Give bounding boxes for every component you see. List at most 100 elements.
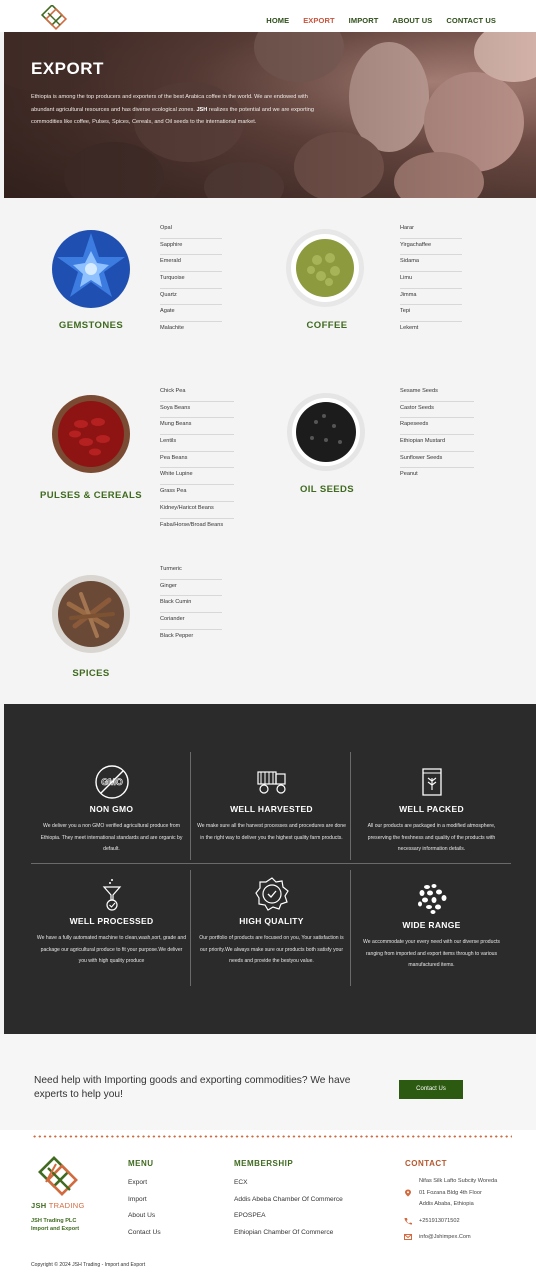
list-item: Malachite — [160, 325, 184, 332]
list-item: Lentils — [160, 435, 234, 452]
cta-text: Need help with Importing goods and expor… — [34, 1075, 351, 1100]
oil-seeds-list: Sesame Seeds Castor Seeds Rapeseeds Ethi… — [400, 385, 474, 485]
list-item: Opal — [160, 222, 222, 239]
feature-title: WELL PACKED — [399, 804, 464, 814]
feature-text: All our products are packaged in a modif… — [367, 823, 496, 852]
list-item: Turmeric — [160, 563, 222, 580]
gemstone-image — [52, 230, 130, 308]
list-item: Soya Beans — [160, 402, 234, 419]
gemstones-title: GEMSTONES — [58, 320, 124, 331]
phone-icon — [404, 1218, 412, 1225]
feature-text: We accommodate your every need with our … — [363, 939, 500, 968]
list-item: Harar — [400, 222, 462, 239]
contact-heading: CONTACT — [405, 1159, 448, 1168]
contact-us-button[interactable]: Contact Us — [399, 1080, 463, 1099]
list-item: Sunflower Seeds — [400, 452, 474, 469]
list-item: White Lupine — [160, 468, 234, 486]
list-item: Black Pepper — [160, 632, 194, 639]
feature-well-processed: WELL PROCESSED We have a fully automated… — [32, 876, 191, 968]
nav-export[interactable]: EXPORT — [303, 16, 334, 25]
location-pin-icon — [405, 1189, 411, 1197]
list-item: Rapeseeds — [400, 418, 474, 436]
package-icon — [421, 768, 442, 796]
oil-seeds-image — [287, 393, 365, 471]
feature-text: We make sure all the harvest processes a… — [197, 823, 346, 841]
spices-image — [52, 575, 130, 653]
page-title: EXPORT — [31, 59, 104, 78]
membership-list: ECX Addis Abeba Chamber Of Commerce EPOS… — [234, 1179, 343, 1245]
feature-non-gmo: GMO NON GMO We deliver you a non GMO ver… — [32, 764, 191, 856]
list-item: Grass Pea — [160, 485, 234, 502]
list-item: Turquoise — [160, 272, 222, 289]
feature-text: We deliver you a non GMO verified agricu… — [40, 823, 183, 852]
membership-heading: MEMBERSHIP — [234, 1159, 294, 1168]
menu-heading: MENU — [128, 1159, 154, 1168]
contact-address: Nifas Silk Lafto Subcity Woreda 01 Fozan… — [404, 1176, 497, 1211]
list-item: Lekemt — [400, 325, 419, 332]
list-item: Emerald — [160, 255, 222, 273]
list-item: Faba/Horse/Broad Beans — [160, 521, 224, 528]
coffee-list: Harar Yirgachaffee Sidama Limu Jimma Tep… — [400, 222, 462, 339]
list-item: Coriander — [160, 613, 222, 630]
footer-link-contact-us[interactable]: Contact Us — [128, 1229, 161, 1246]
contact-phone: +251913071502 — [404, 1216, 460, 1228]
footer-menu: Export Import About Us Contact Us — [128, 1179, 161, 1245]
feature-well-harvested: WELL HARVESTED We make sure all the harv… — [192, 764, 351, 844]
feature-title: WELL HARVESTED — [230, 804, 313, 814]
feature-title: WELL PROCESSED — [69, 916, 154, 926]
list-item: Black Cumin — [160, 596, 222, 614]
oil-seeds-title: OIL SEEDS — [299, 484, 355, 495]
variety-icon — [417, 884, 446, 914]
jsh-logo[interactable] — [36, 1156, 82, 1202]
nav-about-us[interactable]: ABOUT US — [392, 16, 432, 25]
footer-link-export[interactable]: Export — [128, 1179, 161, 1196]
list-item: Ginger — [160, 580, 222, 597]
coffee-beans-image — [286, 229, 364, 307]
feature-title: HIGH QUALITY — [239, 916, 304, 926]
funnel-icon — [102, 879, 121, 911]
phone-number[interactable]: +251913071502 — [419, 1216, 460, 1228]
list-item: Sapphire — [160, 239, 222, 256]
nav-import[interactable]: IMPORT — [349, 16, 379, 25]
list-item: Limu — [400, 272, 462, 289]
list-item: Tepi — [400, 305, 462, 323]
membership-item: EPOSPEA — [234, 1212, 266, 1219]
membership-item: ECX — [234, 1179, 248, 1186]
copyright: Copyright © 2024 JSH Trading - Import an… — [31, 1262, 146, 1268]
kidney-beans-image — [52, 395, 130, 473]
nav-home[interactable]: HOME — [266, 16, 289, 25]
list-item: Peanut — [400, 471, 418, 478]
spices-title: SPICES — [72, 668, 110, 679]
footer: JSH TRADING JSH Trading PLC Import and E… — [0, 1130, 536, 1280]
features-section: GMO NON GMO We deliver you a non GMO ver… — [4, 704, 536, 1034]
dotted-divider — [32, 1135, 512, 1138]
gemstones-list: Opal Sapphire Emerald Turquoise Quartz A… — [160, 222, 222, 339]
list-item: Ethiopian Mustard — [400, 435, 474, 452]
footer-link-about-us[interactable]: About Us — [128, 1212, 161, 1229]
list-item: Mung Beans — [160, 418, 234, 436]
list-item: Agate — [160, 305, 222, 323]
feature-well-packed: WELL PACKED All our products are package… — [352, 764, 511, 856]
list-item: Jimma — [400, 289, 462, 306]
hero-description: Ethiopia is among the top producers and … — [31, 94, 314, 125]
feature-text: We have a fully automated machine to cle… — [36, 935, 187, 964]
list-item: Pea Beans — [160, 452, 234, 469]
cta-section: Need help with Importing goods and expor… — [0, 1034, 536, 1130]
coffee-title: COFFEE — [306, 320, 348, 331]
list-item: Kidney/Haricot Beans — [160, 502, 234, 519]
feature-text: Our portfolio of products are focused on… — [199, 935, 344, 964]
harvester-icon — [256, 771, 286, 794]
membership-item: Ethiopian Chamber Of Commerce — [234, 1228, 334, 1236]
list-item: Yirgachaffee — [400, 239, 462, 256]
top-navbar: HOME EXPORT IMPORT ABOUT US CONTACT US — [0, 0, 536, 32]
footer-link-import[interactable]: Import — [128, 1196, 161, 1213]
email-address[interactable]: info@Jshimpex.Com — [419, 1232, 471, 1244]
nav-contact-us[interactable]: CONTACT US — [446, 16, 496, 25]
pulses-list: Chick Pea Soya Beans Mung Beans Lentils … — [160, 385, 234, 535]
email-icon — [404, 1234, 412, 1240]
membership-item: Addis Abeba Chamber Of Commerce — [234, 1195, 343, 1203]
feature-title: NON GMO — [89, 804, 134, 814]
footer-company: JSH Trading PLC Import and Export — [31, 1218, 80, 1232]
jsh-logo[interactable] — [40, 5, 68, 31]
list-item: Quartz — [160, 289, 222, 306]
